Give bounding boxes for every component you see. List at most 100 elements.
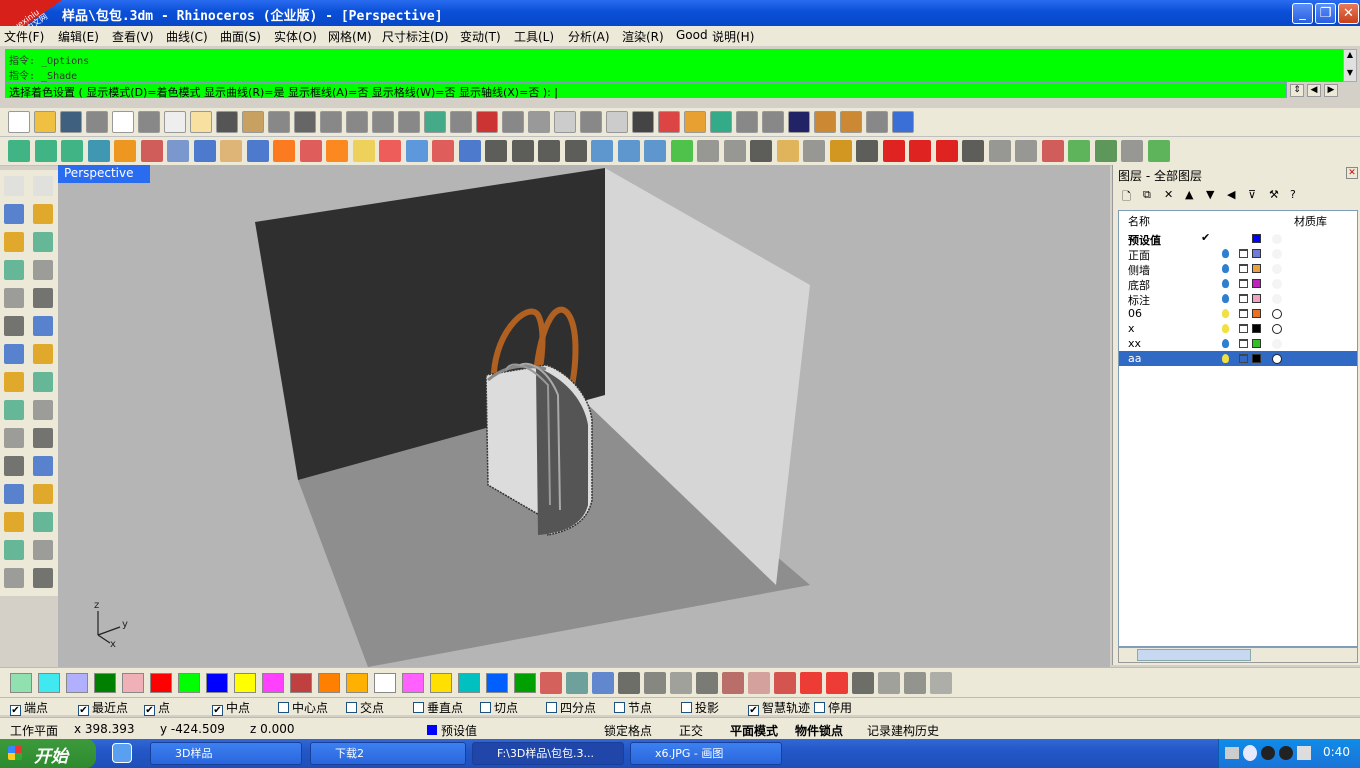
- toolbar-tool-icon[interactable]: [1121, 140, 1143, 162]
- menu-item[interactable]: Good: [676, 28, 708, 42]
- layer-visibility-icon[interactable]: [1222, 339, 1229, 348]
- layer-visibility-icon[interactable]: [1222, 309, 1229, 318]
- toolbar-tool-icon[interactable]: [935, 140, 958, 162]
- osnap-checked-icon[interactable]: ✔: [78, 705, 89, 716]
- layer-lock-icon[interactable]: [1239, 294, 1248, 303]
- status-history[interactable]: 记录建构历史: [867, 722, 939, 739]
- left-tool-icon[interactable]: [4, 372, 24, 392]
- left-tool-icon[interactable]: [33, 456, 53, 476]
- close-button[interactable]: ✕: [1338, 3, 1359, 24]
- volume-icon[interactable]: [1297, 746, 1311, 760]
- prompt-next-icon[interactable]: ▶: [1324, 84, 1338, 97]
- menu-item[interactable]: 文件(F): [4, 28, 44, 45]
- layer-toolbar-icon[interactable]: ◀: [1227, 188, 1235, 201]
- osnap-unchecked-icon[interactable]: [346, 702, 357, 713]
- toolbar-tool-icon[interactable]: [1094, 140, 1117, 162]
- osnap-option[interactable]: ✔ 点: [144, 699, 170, 716]
- color-tool-icon[interactable]: [644, 672, 666, 694]
- toolbar-tool-icon[interactable]: [424, 111, 446, 133]
- menu-item[interactable]: 工具(L): [514, 28, 554, 45]
- layer-toolbar-icon[interactable]: 🗋: [1122, 188, 1131, 207]
- left-tool-icon[interactable]: [4, 316, 24, 336]
- toolbar-tool-icon[interactable]: [617, 140, 640, 162]
- toolbar-tool-icon[interactable]: [829, 140, 852, 162]
- osnap-option[interactable]: 四分点: [546, 699, 596, 716]
- toolbar-tool-icon[interactable]: [988, 140, 1011, 162]
- osnap-unchecked-icon[interactable]: [614, 702, 625, 713]
- perspective-viewport[interactable]: z y x: [58, 165, 1110, 667]
- status-object-snap[interactable]: 物件锁点: [795, 722, 843, 739]
- layer-color-swatch[interactable]: [1252, 354, 1261, 363]
- left-tool-icon[interactable]: [33, 428, 53, 448]
- toolbar-tool-icon[interactable]: [432, 140, 454, 162]
- layer-material-icon[interactable]: [1272, 339, 1282, 349]
- layer-lock-icon[interactable]: [1239, 279, 1248, 288]
- toolbar-tool-icon[interactable]: [34, 111, 56, 133]
- toolbar-tool-icon[interactable]: [591, 140, 613, 162]
- left-tool-icon[interactable]: [4, 260, 24, 280]
- toolbar-tool-icon[interactable]: [268, 111, 290, 133]
- maximize-button[interactable]: ❐: [1315, 3, 1336, 24]
- toolbar-tool-icon[interactable]: [326, 140, 348, 162]
- layer-toolbar-icon[interactable]: ⊽: [1248, 188, 1256, 201]
- layer-visibility-icon[interactable]: [1222, 279, 1229, 288]
- toolbar-tool-icon[interactable]: [242, 111, 264, 133]
- toolbar-tool-icon[interactable]: [8, 140, 30, 162]
- color-swatch[interactable]: [374, 673, 396, 693]
- toolbar-tool-icon[interactable]: [723, 140, 746, 162]
- layer-material-icon[interactable]: [1272, 354, 1282, 364]
- layer-color-swatch[interactable]: [1252, 264, 1261, 273]
- color-tool-icon[interactable]: [540, 672, 562, 694]
- layer-toolbar-icon[interactable]: ?: [1290, 188, 1296, 201]
- layer-material-icon[interactable]: [1272, 249, 1282, 259]
- layer-lock-icon[interactable]: [1239, 264, 1248, 273]
- osnap-option[interactable]: ✔ 中点: [212, 699, 250, 716]
- left-tool-icon[interactable]: [4, 204, 24, 224]
- left-tool-icon[interactable]: [4, 176, 24, 196]
- color-swatch[interactable]: [10, 673, 32, 693]
- toolbar-tool-icon[interactable]: [320, 111, 342, 133]
- osnap-option[interactable]: 中心点: [278, 699, 328, 716]
- toolbar-tool-icon[interactable]: [554, 111, 576, 133]
- toolbar-tool-icon[interactable]: [372, 111, 394, 133]
- menu-item[interactable]: 渲染(R): [622, 28, 664, 45]
- toolbar-tool-icon[interactable]: [60, 111, 82, 133]
- left-tool-icon[interactable]: [4, 344, 24, 364]
- toolbar-tool-icon[interactable]: [564, 140, 587, 162]
- menu-item[interactable]: 网格(M): [328, 28, 372, 45]
- toolbar-tool-icon[interactable]: [140, 140, 163, 162]
- layer-color-swatch[interactable]: [1252, 279, 1261, 288]
- left-tool-icon[interactable]: [33, 260, 53, 280]
- osnap-option[interactable]: ✔ 最近点: [78, 699, 128, 716]
- toolbar-tool-icon[interactable]: [246, 140, 269, 162]
- layer-visibility-icon[interactable]: [1222, 324, 1229, 333]
- toolbar-tool-icon[interactable]: [476, 111, 498, 133]
- layer-row[interactable]: xx: [1119, 336, 1357, 351]
- toolbar-tool-icon[interactable]: [458, 140, 481, 162]
- color-swatch[interactable]: [94, 673, 116, 693]
- toolbar-tool-icon[interactable]: [1147, 140, 1170, 162]
- status-layer[interactable]: 预设值: [441, 722, 477, 739]
- toolbar-tool-icon[interactable]: [216, 111, 238, 133]
- toolbar-tool-icon[interactable]: [138, 111, 160, 133]
- toolbar-tool-icon[interactable]: [866, 111, 888, 133]
- menu-item[interactable]: 尺寸标注(D): [382, 28, 449, 45]
- toolbar-tool-icon[interactable]: [658, 111, 680, 133]
- task-paint[interactable]: x6.JPG - 画图: [630, 742, 782, 765]
- color-tool-icon[interactable]: [774, 672, 796, 694]
- layer-color-swatch[interactable]: [1252, 339, 1261, 348]
- toolbar-tool-icon[interactable]: [856, 140, 878, 162]
- color-swatch[interactable]: [150, 673, 172, 693]
- osnap-option[interactable]: ✔ 智慧轨迹: [748, 699, 810, 716]
- menu-item[interactable]: 查看(V): [112, 28, 154, 45]
- toolbar-tool-icon[interactable]: [61, 140, 83, 162]
- prompt-prev-icon[interactable]: ◀: [1307, 84, 1321, 97]
- left-tool-icon[interactable]: [33, 344, 53, 364]
- toolbar-tool-icon[interactable]: [762, 111, 784, 133]
- color-swatch[interactable]: [66, 673, 88, 693]
- color-swatch[interactable]: [318, 673, 340, 693]
- toolbar-tool-icon[interactable]: [220, 140, 242, 162]
- left-tool-icon[interactable]: [33, 204, 53, 224]
- left-tool-icon[interactable]: [4, 232, 24, 252]
- left-tool-icon[interactable]: [33, 540, 53, 560]
